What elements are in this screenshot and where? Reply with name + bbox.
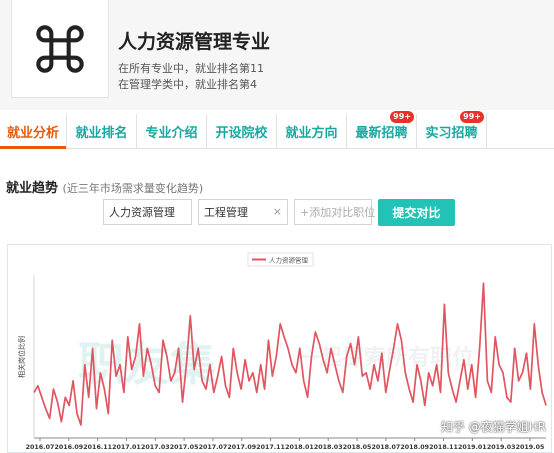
tab-career-direction[interactable]: 就业方向: [277, 114, 347, 148]
category-rank-text: 在管理学类中，就业排名第4: [118, 78, 257, 91]
x-tick-group: 2016.07 2016.09 2016.11 2017.01 2017.03 2017.…: [26, 438, 545, 451]
submit-compare-button[interactable]: 提交对比: [378, 199, 455, 226]
tab-latest-jobs[interactable]: 最新招聘 99+: [347, 111, 417, 148]
tab-internships[interactable]: 实习招聘 99+: [417, 111, 487, 148]
major-logo: [11, 0, 109, 98]
legend-label: 人力资源管理: [269, 256, 309, 265]
compare-field-2[interactable]: 工程管理 ×: [198, 199, 288, 225]
x-tick-label: 2018.01: [285, 444, 314, 451]
x-tick-label: 2017.09: [227, 444, 256, 451]
tab-bar: 就业分析 就业排名 专业介绍 开设院校 就业方向 最新招聘 99+ 实习招聘 99+: [0, 111, 554, 149]
compare-value: 人力资源管理: [109, 206, 175, 219]
x-tick-label: 2016.09: [54, 444, 83, 451]
tab-label: 开设院校: [215, 125, 268, 141]
add-compare-placeholder: +添加对比职位: [300, 206, 376, 219]
x-tick-label: 2017.01: [112, 444, 141, 451]
major-header: 人力资源管理专业 在所有专业中，就业排名第11 在管理学类中，就业排名第4: [0, 0, 554, 110]
x-tick-label: 2018.05: [343, 444, 372, 451]
tab-label: 就业方向: [285, 125, 338, 141]
x-tick-label: 2018.03: [314, 444, 343, 451]
tab-employment-analysis[interactable]: 就业分析: [0, 114, 67, 149]
tab-label: 专业介绍: [145, 125, 198, 141]
page-title: 人力资源管理专业: [118, 31, 271, 53]
chart-legend: 人力资源管理: [247, 252, 314, 267]
tab-label: 最新招聘: [355, 125, 408, 141]
remove-compare-icon[interactable]: ×: [273, 205, 282, 218]
tab-major-intro[interactable]: 专业介绍: [137, 114, 207, 148]
x-tick-label: 2018.11: [429, 444, 458, 451]
x-tick-label: 2018.07: [372, 444, 401, 451]
tab-employment-ranking[interactable]: 就业排名: [67, 114, 137, 148]
tab-label: 实习招聘: [425, 125, 478, 141]
section-heading: 就业趋势 (近三年市场需求量变化趋势): [6, 177, 203, 196]
y-axis-label: 相关岗位比例: [17, 336, 26, 378]
compare-value: 工程管理: [204, 206, 248, 219]
x-tick-label: 2017.03: [141, 444, 170, 451]
tab-colleges[interactable]: 开设院校: [207, 114, 277, 148]
x-tick-label: 2016.07: [26, 444, 55, 451]
source-watermark: 知乎 @夜猫学姐HR: [440, 420, 546, 434]
x-tick-label: 2016.11: [83, 444, 112, 451]
x-tick-label: 2018.09: [400, 444, 429, 451]
job-count-badge: 99+: [390, 111, 414, 123]
add-compare-field[interactable]: +添加对比职位: [294, 199, 376, 225]
tab-label: 就业分析: [6, 125, 59, 141]
x-tick-label: 2019.05: [516, 444, 545, 451]
x-tick-label: 2017.07: [199, 444, 228, 451]
overall-rank-text: 在所有专业中，就业排名第11: [118, 62, 264, 75]
tab-label: 就业排名: [75, 125, 128, 141]
x-tick-label: 2019.01: [458, 444, 487, 451]
command-icon: [36, 24, 84, 73]
x-tick-label: 2019.03: [487, 444, 516, 451]
x-tick-label: 2017.11: [256, 444, 285, 451]
section-title: 就业趋势: [6, 181, 59, 196]
section-subtitle: (近三年市场需求量变化趋势): [62, 182, 204, 195]
internship-count-badge: 99+: [460, 111, 484, 123]
x-tick-label: 2017.05: [170, 444, 199, 451]
compare-field-1[interactable]: 人力资源管理: [103, 199, 192, 225]
